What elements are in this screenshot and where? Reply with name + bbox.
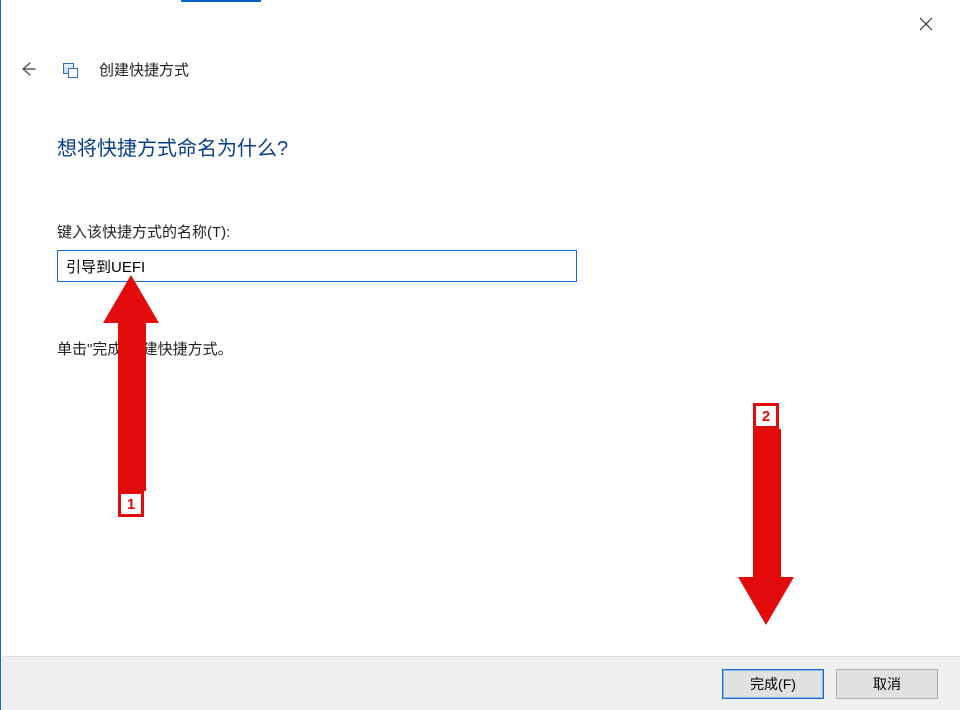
- name-label: 键入该快捷方式的名称(T):: [57, 221, 904, 242]
- hint-text: 单击"完成"创建快捷方式。: [57, 338, 904, 359]
- cancel-button[interactable]: 取消: [836, 669, 938, 699]
- shortcut-icon: [61, 61, 77, 77]
- annotation-arrow-2: 2: [736, 403, 796, 623]
- wizard-title: 创建快捷方式: [99, 59, 189, 80]
- finish-button[interactable]: 完成(F): [722, 669, 824, 699]
- annotation-badge-1: 1: [118, 491, 144, 517]
- annotation-badge-2: 2: [753, 403, 779, 429]
- back-arrow-icon: [19, 60, 37, 78]
- titlebar: [1, 0, 960, 38]
- back-button[interactable]: [17, 58, 39, 80]
- wizard-header: 创建快捷方式: [1, 38, 960, 80]
- content-area: 想将快捷方式命名为什么? 键入该快捷方式的名称(T): 单击"完成"创建快捷方式…: [1, 80, 960, 359]
- close-button[interactable]: [906, 10, 946, 38]
- shortcut-name-input[interactable]: [57, 250, 577, 282]
- page-headline: 想将快捷方式命名为什么?: [57, 132, 904, 161]
- top-line-decoration: [181, 0, 261, 2]
- close-icon: [919, 17, 933, 31]
- button-bar: 完成(F) 取消: [2, 656, 960, 710]
